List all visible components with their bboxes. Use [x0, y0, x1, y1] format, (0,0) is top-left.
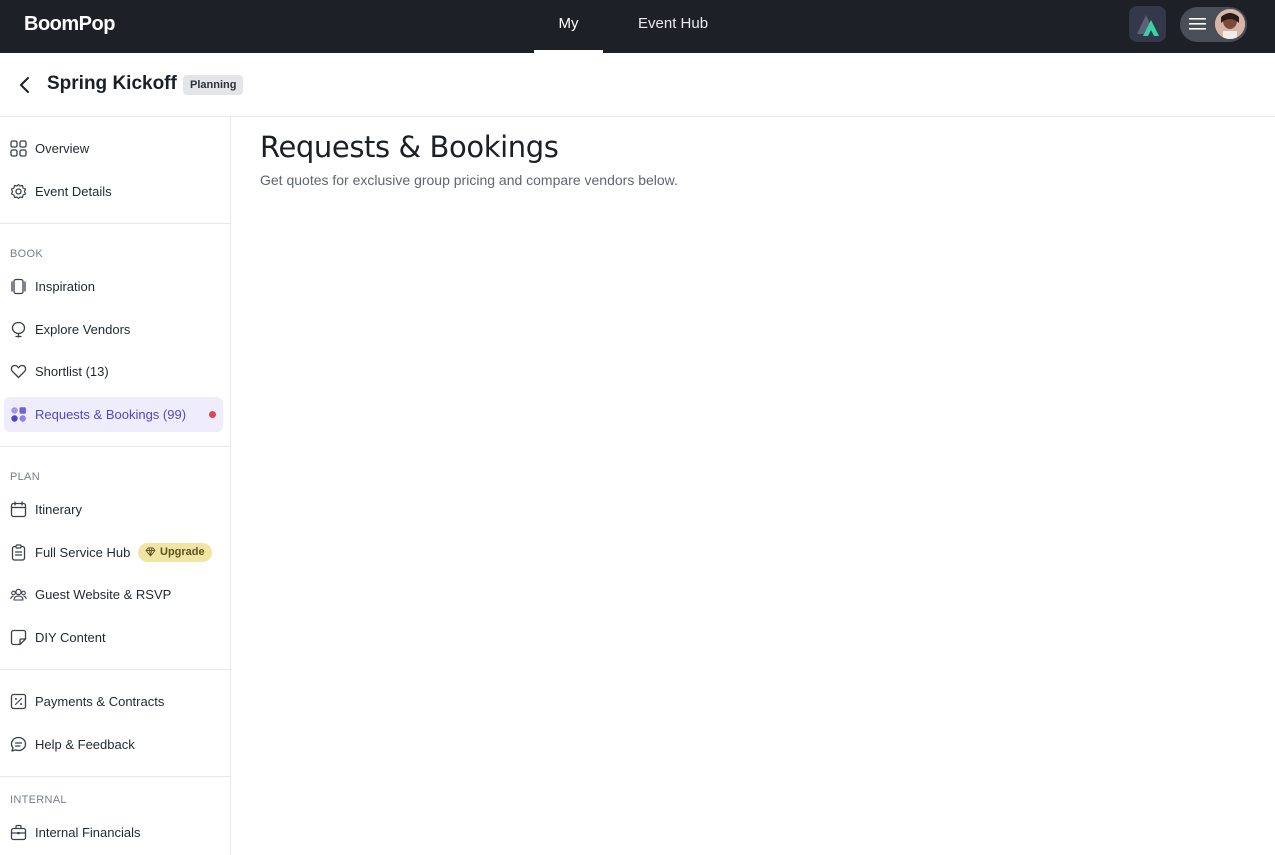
sidebar-item-explore-vendors[interactable]: Explore Vendors — [4, 312, 223, 347]
avatar — [1215, 9, 1245, 39]
tab-my-events[interactable]: My Events — [534, 0, 603, 80]
sidebar-item-label: Full Service Hub — [35, 545, 131, 560]
sidebar-item-label: Payments & Contracts — [35, 694, 165, 709]
briefcase-icon — [10, 824, 27, 841]
sidebar-item-label: DIY Content — [35, 630, 106, 645]
sidebar-item-label: Itinerary — [35, 502, 82, 517]
status-badge: Planning — [183, 75, 244, 95]
diamond-icon — [145, 547, 156, 557]
workspace-switcher-button[interactable] — [1129, 6, 1166, 42]
sidebar-item-requests-bookings[interactable]: Requests & Bookings (99) — [4, 397, 223, 432]
back-arrow-icon[interactable] — [15, 74, 35, 96]
event-header: Spring Kickoff Planning — [0, 53, 1275, 117]
sidebar-item-label: Explore Vendors — [35, 322, 131, 337]
apps-icon — [11, 407, 26, 422]
sidebar-item-shortlist[interactable]: Shortlist (13) — [4, 354, 223, 389]
sidebar-item-label: Event Details — [35, 184, 112, 199]
percent-icon — [10, 693, 27, 710]
sidebar-item-label: Internal Financials — [35, 825, 141, 840]
section-heading-book: BOOK — [10, 248, 43, 260]
cards-icon — [11, 278, 26, 295]
sidebar-divider — [0, 776, 230, 777]
sidebar-item-payments-contracts[interactable]: Payments & Contracts — [4, 684, 223, 719]
heart-icon — [10, 364, 27, 379]
sidebar-item-itinerary[interactable]: Itinerary — [4, 492, 223, 527]
sidebar-item-diy-content[interactable]: DIY Content — [4, 620, 223, 655]
sidebar-item-label: Guest Website & RSVP — [35, 587, 172, 602]
upgrade-badge-label: Upgrade — [160, 546, 205, 558]
sidebar-item-label: Help & Feedback — [35, 737, 135, 752]
sidebar-item-label: Inspiration — [35, 279, 95, 294]
sidebar-item-label: Requests & Bookings (99) — [35, 407, 187, 422]
user-menu-button[interactable] — [1180, 7, 1247, 42]
chat-icon — [10, 736, 27, 752]
sidebar-item-guest-website-rsvp[interactable]: Guest Website & RSVP — [4, 577, 223, 612]
guests-icon — [10, 588, 27, 601]
sidebar-item-full-service-hub[interactable]: Full Service Hub Upgrade — [4, 535, 223, 570]
section-heading-plan: PLAN — [10, 471, 40, 483]
sidebar-item-inspiration[interactable]: Inspiration — [4, 269, 223, 304]
gear-icon — [10, 183, 27, 200]
sidebar-divider — [0, 669, 230, 670]
upgrade-badge[interactable]: Upgrade — [138, 543, 212, 562]
notification-dot — [209, 411, 216, 418]
sidebar-item-label: Overview — [35, 141, 90, 156]
sidebar: Overview Event Details BOOK Inspiration … — [0, 117, 231, 855]
sidebar-item-help-feedback[interactable]: Help & Feedback — [4, 727, 223, 762]
sidebar-item-overview[interactable]: Overview — [4, 131, 223, 166]
page-title: Requests & Bookings — [260, 130, 559, 164]
clipboard-icon — [11, 544, 26, 561]
sidebar-divider — [0, 223, 230, 224]
balloon-icon — [11, 321, 26, 338]
sidebar-item-label: Shortlist (13) — [35, 364, 109, 379]
sidebar-item-event-details[interactable]: Event Details — [4, 174, 223, 209]
app-logo[interactable]: BoomPop — [24, 13, 115, 36]
sidebar-item-internal-financials[interactable]: Internal Financials — [4, 815, 223, 850]
top-navigation-bar: BoomPop My Events Event Hub — [0, 0, 1275, 80]
tab-event-hub[interactable]: Event Hub — [638, 0, 708, 53]
page-subtitle: Get quotes for exclusive group pricing a… — [260, 172, 678, 188]
calendar-icon — [10, 501, 27, 518]
event-title: Spring Kickoff — [47, 73, 177, 94]
grid-icon — [10, 140, 27, 157]
sidebar-divider — [0, 446, 230, 447]
workspace-logo-icon — [1137, 15, 1159, 36]
note-icon — [10, 629, 27, 646]
hamburger-menu-icon — [1189, 18, 1206, 30]
section-heading-internal: INTERNAL — [10, 794, 67, 806]
